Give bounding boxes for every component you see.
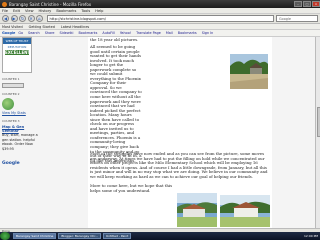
blog-sidebar: WEB OF TRUST REPUTATION EXCELLENT COUNTE…: [2, 37, 38, 228]
toolbar-search[interactable]: Search: [28, 31, 40, 35]
badge-mid-label: REPUTATION: [7, 45, 27, 49]
toolbar-bookmarks-2[interactable]: Bookmarks: [178, 31, 197, 35]
firefox-icon: [2, 1, 7, 7]
bookmark-getting-started[interactable]: Getting Started: [29, 25, 55, 29]
back-icon[interactable]: ◀: [2, 15, 9, 22]
toolbar-sign-in[interactable]: Sign In: [202, 31, 214, 35]
menu-file[interactable]: File: [2, 9, 8, 13]
menu-history[interactable]: History: [39, 9, 52, 13]
web-of-trust-badge[interactable]: WEB OF TRUST REPUTATION EXCELLENT: [2, 37, 32, 73]
bookmark-latest-headlines[interactable]: Latest Headlines: [61, 25, 89, 29]
menu-tools[interactable]: Tools: [81, 9, 90, 13]
menu-help[interactable]: Help: [95, 9, 103, 13]
toolbar-share[interactable]: Share: [45, 31, 55, 35]
task-blogger[interactable]: Blogger: Barangay Chr...: [58, 233, 102, 239]
vertical-scrollbar[interactable]: [315, 37, 320, 228]
maximize-button[interactable]: □: [303, 1, 311, 7]
home-icon[interactable]: ⌂: [36, 15, 43, 22]
toolbar-sidewiki[interactable]: Sidewiki: [60, 31, 74, 35]
window-titlebar: Barangay Saint Christine - Mozilla Firef…: [0, 0, 320, 8]
system-clock: 12:00 PM: [304, 234, 318, 238]
toolbar-go[interactable]: Go: [18, 31, 23, 35]
blog-post: the 18 year old pictures. All seemed to …: [88, 37, 272, 228]
toolbar-yahoo[interactable]: Yahoo!: [120, 31, 131, 35]
post-paragraph-3: More to come here, but we hope that this…: [90, 183, 173, 193]
post-paragraph-2: Most of the struggles have now ended and…: [90, 151, 268, 179]
photo-building-right[interactable]: [220, 195, 270, 227]
post-paragraph-1: All seemed to be going good until certai…: [90, 44, 142, 163]
google-ads-logo[interactable]: Google: [2, 161, 38, 166]
menu-edit[interactable]: Edit: [13, 9, 20, 13]
navigation-bar: ◀ ▶ ↻ ✕ ⌂ http://stchristine.blogspot.co…: [0, 14, 320, 24]
toolbar-mail[interactable]: Mail: [166, 31, 173, 35]
badge-excellent-label: EXCELLENT: [5, 50, 31, 55]
ad-body-text: Buy, start, manage a gen station. helpfu…: [2, 133, 38, 151]
hit-counter: [2, 83, 24, 88]
close-button[interactable]: ×: [312, 1, 320, 7]
bookmark-most-visited[interactable]: Most Visited: [2, 25, 23, 29]
task-paint[interactable]: Untitled - Paint: [103, 233, 132, 239]
counter-3-label: COUNTER 3: [2, 119, 20, 123]
windows-taskbar: Barangay Saint Christine Blogger: Barang…: [0, 232, 320, 240]
globe-icon[interactable]: [2, 98, 14, 110]
toolbar-bookmarks[interactable]: Bookmarks: [78, 31, 97, 35]
forward-icon[interactable]: ▶: [10, 15, 18, 22]
post-first-line: the 18 year old pictures.: [90, 37, 139, 42]
google-toolbar: Google Go Search Share Sidewiki Bookmark…: [0, 30, 320, 37]
stop-icon[interactable]: ✕: [27, 15, 35, 22]
web-page: WEB OF TRUST REPUTATION EXCELLENT COUNTE…: [0, 37, 320, 228]
scrollbar-thumb[interactable]: [316, 107, 320, 137]
google-toolbar-logo: Google: [2, 31, 16, 35]
task-firefox[interactable]: Barangay Saint Christine: [13, 233, 57, 239]
url-input[interactable]: http://stchristine.blogspot.com/: [46, 15, 274, 22]
toolbar-autofill[interactable]: AutoFill: [102, 31, 114, 35]
counter-2-label: COUNTER 2: [2, 92, 20, 96]
reload-icon[interactable]: ↻: [19, 15, 26, 22]
minimize-button[interactable]: –: [294, 1, 302, 7]
menu-view[interactable]: View: [25, 9, 34, 13]
photo-construction-site[interactable]: [230, 54, 268, 89]
search-input[interactable]: Google: [276, 15, 318, 22]
counter-1-label: COUNTER 1: [2, 77, 20, 81]
menu-bookmarks[interactable]: Bookmarks: [56, 9, 76, 13]
toolbar-translate[interactable]: Translate Page: [136, 31, 161, 35]
view-stats-link[interactable]: View My Stats: [2, 111, 38, 115]
start-button[interactable]: [0, 232, 10, 240]
window-title: Barangay Saint Christine - Mozilla Firef…: [9, 1, 92, 7]
photo-building-left[interactable]: [177, 193, 217, 227]
ad-title-link[interactable]: Map & Gen Seminar: [2, 125, 38, 133]
